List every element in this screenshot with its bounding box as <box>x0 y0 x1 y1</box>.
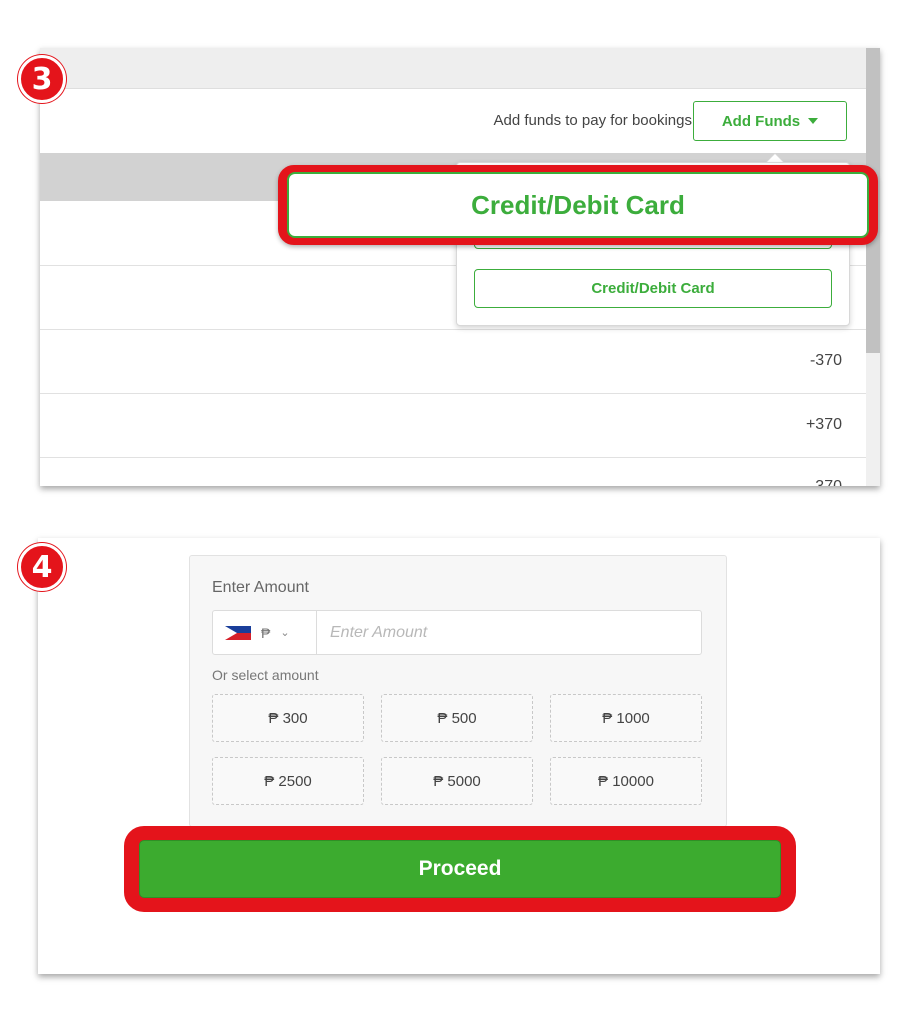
chevron-down-icon: ⌄ <box>280 627 290 639</box>
preset-amount-button[interactable]: ₱ 1000 <box>550 694 702 742</box>
row-divider <box>40 457 866 458</box>
add-funds-button[interactable]: Add Funds <box>693 101 847 141</box>
amount-field: ₱ ⌄ <box>212 610 712 655</box>
currency-select[interactable]: ₱ ⌄ <box>213 611 317 654</box>
preset-amount-button[interactable]: ₱ 300 <box>212 694 364 742</box>
highlight-callout: Credit/Debit Card <box>278 165 878 245</box>
philippines-flag-icon <box>225 625 251 640</box>
proceed-highlight-callout: Proceed <box>124 826 796 912</box>
preset-amount-button[interactable]: ₱ 500 <box>381 694 533 742</box>
transaction-amount: +370 <box>805 416 842 433</box>
credit-debit-card-zoomed-option[interactable]: Credit/Debit Card <box>287 172 869 238</box>
currency-symbol: ₱ <box>261 624 271 641</box>
scrollbar-track[interactable] <box>866 48 880 486</box>
row-divider <box>40 329 866 330</box>
step-3-badge: 3 <box>18 55 66 103</box>
preset-amount-button[interactable]: ₱ 10000 <box>550 757 702 805</box>
preset-amount-button[interactable]: ₱ 2500 <box>212 757 364 805</box>
transaction-amount: -370 <box>809 352 842 369</box>
transaction-amount: -370 <box>810 478 842 486</box>
add-funds-label: Add Funds <box>721 112 801 130</box>
enter-amount-label: Enter Amount <box>212 579 309 596</box>
step-4-badge: 4 <box>18 543 66 591</box>
amount-form: Enter Amount ₱ ⌄ Or select amount ₱ 300 … <box>189 555 727 827</box>
funds-panel: Add funds to pay for bookings Add Funds … <box>40 48 880 486</box>
credit-debit-card-option[interactable]: Credit/Debit Card <box>474 269 832 308</box>
caret-down-icon <box>808 118 819 124</box>
add-funds-helper-text: Add funds to pay for bookings <box>493 112 692 129</box>
amount-panel: Enter Amount ₱ ⌄ Or select amount ₱ 300 … <box>38 538 880 974</box>
preset-amount-button[interactable]: ₱ 5000 <box>381 757 533 805</box>
amount-input[interactable] <box>318 611 712 654</box>
row-divider <box>40 393 866 394</box>
top-bar <box>40 48 866 89</box>
proceed-button[interactable]: Proceed <box>139 840 781 898</box>
or-select-amount-label: Or select amount <box>212 667 319 683</box>
